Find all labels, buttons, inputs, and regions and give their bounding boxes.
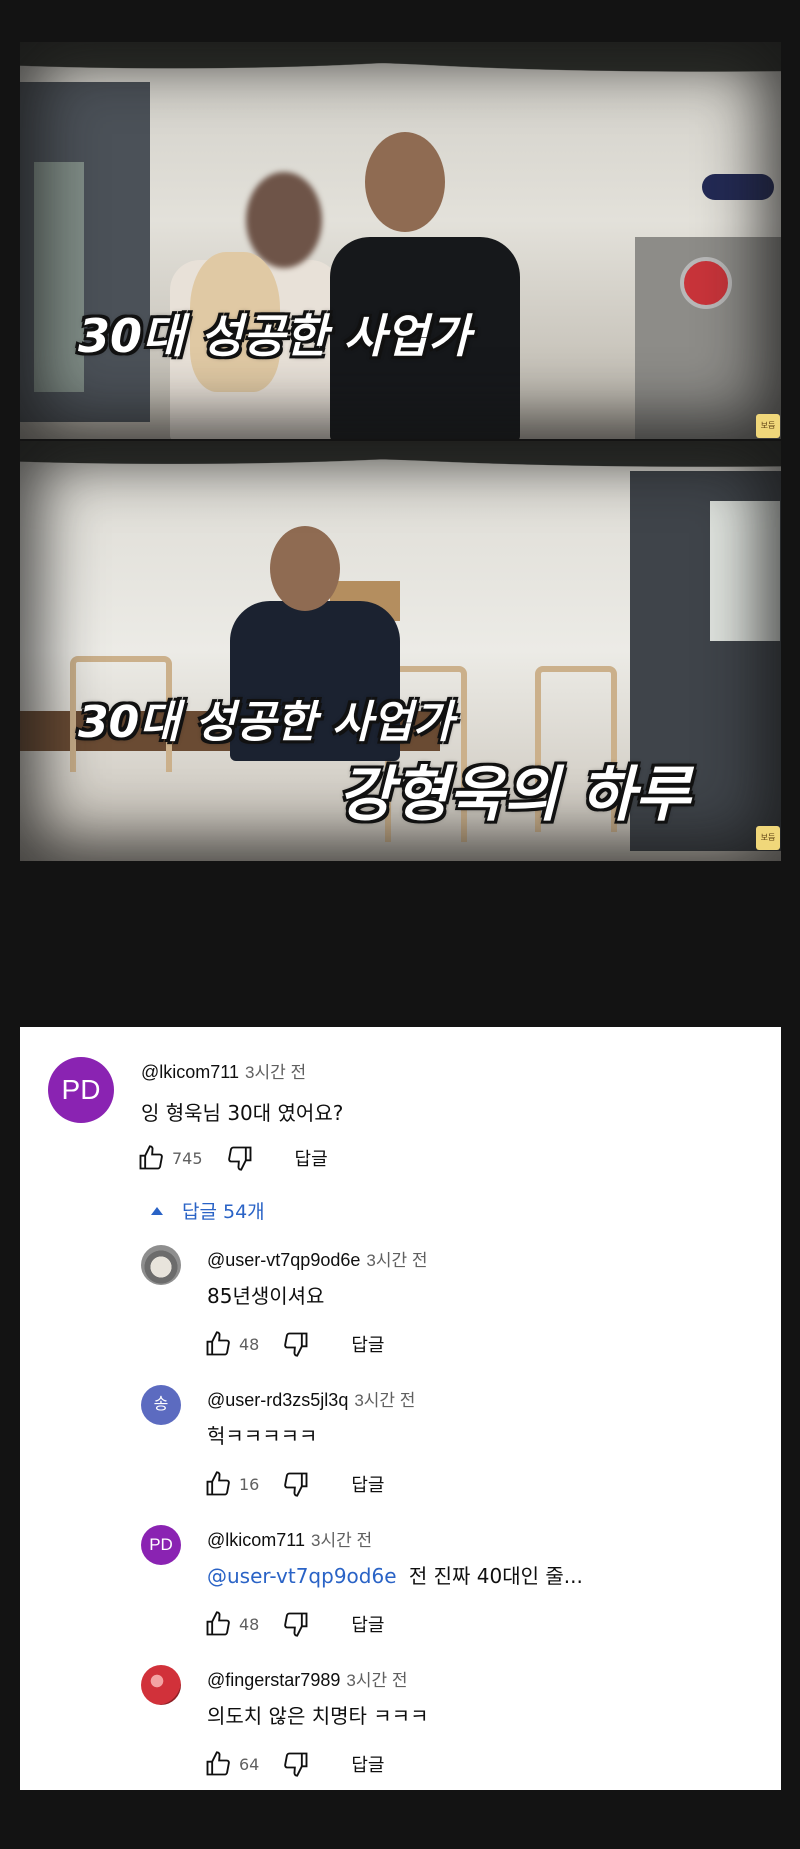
like-count: 64: [239, 1754, 260, 1774]
comment-author[interactable]: @user-vt7qp9od6e: [207, 1250, 360, 1270]
comment-body: 전 진짜 40대인 줄...: [408, 1564, 583, 1588]
comment-actions: 16 답글: [203, 1469, 384, 1499]
reply-button[interactable]: 답글: [351, 1331, 384, 1357]
foliage-overlay: [20, 441, 781, 481]
man-head: [365, 132, 445, 232]
comment-text: 헉ㅋㅋㅋㅋㅋ: [207, 1424, 318, 1448]
thumbs-up-icon: [206, 1751, 230, 1776]
comment-time[interactable]: 3시간 전: [311, 1531, 372, 1550]
thumbs-up-icon: [139, 1145, 163, 1170]
comment-time[interactable]: 3시간 전: [346, 1671, 407, 1690]
comment-author[interactable]: @lkicom711: [141, 1062, 239, 1082]
comment-time[interactable]: 3시간 전: [245, 1063, 306, 1082]
blurred-face: [246, 172, 322, 268]
door-window: [34, 162, 84, 392]
channel-watermark: 보듬: [756, 414, 780, 438]
alarm-icon: [680, 257, 732, 309]
comment-time[interactable]: 3시간 전: [354, 1391, 415, 1410]
reply-button[interactable]: 답글: [295, 1145, 328, 1171]
video-subtitle: 30대 성공한 사업가: [78, 309, 471, 363]
wall-sign: [702, 174, 774, 200]
avatar[interactable]: 송: [141, 1385, 181, 1425]
comment-actions: 64 답글: [203, 1749, 384, 1779]
comment-actions: 745 답글: [136, 1143, 328, 1173]
comment-actions: 48 답글: [203, 1329, 384, 1359]
comment-actions: 48 답글: [203, 1609, 384, 1639]
avatar[interactable]: [141, 1245, 181, 1285]
foliage-overlay: [20, 42, 781, 88]
like-button[interactable]: [203, 1750, 233, 1778]
mention-link[interactable]: @user-vt7qp9od6e: [207, 1564, 397, 1588]
comment-text: @user-vt7qp9od6e 전 진짜 40대인 줄...: [207, 1560, 583, 1589]
avatar[interactable]: PD: [48, 1057, 114, 1123]
like-count: 48: [239, 1334, 260, 1354]
like-count: 745: [172, 1148, 203, 1168]
comment-text: 85년생이셔요: [207, 1284, 325, 1308]
comment-header: @lkicom711 3시간 전: [141, 1058, 306, 1083]
like-count: 16: [239, 1474, 260, 1494]
thumbs-down-icon: [284, 1612, 308, 1637]
comment-header: @user-vt7qp9od6e 3시간 전: [207, 1246, 427, 1271]
video-subtitle-line2: 강형욱의 하루: [338, 760, 691, 830]
thumbs-down-icon: [227, 1146, 251, 1171]
avatar[interactable]: PD: [141, 1525, 181, 1565]
man-head: [270, 526, 340, 611]
dislike-button[interactable]: [281, 1610, 311, 1638]
like-button[interactable]: [203, 1610, 233, 1638]
channel-watermark: 보듬: [756, 826, 780, 850]
comment-author[interactable]: @user-rd3zs5jl3q: [207, 1390, 348, 1410]
video-subtitle-line1: 30대 성공한 사업가: [78, 697, 454, 748]
reply-button[interactable]: 답글: [351, 1471, 384, 1497]
thumbs-up-icon: [206, 1611, 230, 1636]
reply-button[interactable]: 답글: [351, 1611, 384, 1637]
comment-header: @lkicom711 3시간 전: [207, 1526, 372, 1551]
thumbs-down-icon: [284, 1472, 308, 1497]
comment-header: @user-rd3zs5jl3q 3시간 전: [207, 1386, 415, 1411]
door-window: [710, 501, 780, 641]
comment-section: PD @lkicom711 3시간 전 잉 형욱님 30대 였어요? 745 답글…: [20, 1027, 781, 1790]
thumbs-down-icon: [284, 1332, 308, 1357]
thumbs-up-icon: [206, 1471, 230, 1496]
avatar[interactable]: [141, 1665, 181, 1705]
dislike-button[interactable]: [225, 1144, 255, 1172]
reply-button[interactable]: 답글: [351, 1751, 384, 1777]
thumbs-up-icon: [206, 1331, 230, 1356]
video-frame-1: 30대 성공한 사업가 보듬: [20, 42, 781, 439]
comment-header: @fingerstar7989 3시간 전: [207, 1666, 407, 1691]
video-frame-2: 30대 성공한 사업가 강형욱의 하루 보듬: [20, 441, 781, 861]
comment-time[interactable]: 3시간 전: [366, 1251, 427, 1270]
triangle-up-icon: [151, 1206, 163, 1215]
comment-author[interactable]: @fingerstar7989: [207, 1670, 340, 1690]
dislike-button[interactable]: [281, 1750, 311, 1778]
like-count: 48: [239, 1614, 260, 1634]
replies-count-label[interactable]: 답글 54개: [182, 1197, 265, 1224]
comment-text: 잉 형욱님 30대 였어요?: [141, 1101, 344, 1125]
comment-text: 의도치 않은 치명타 ㅋㅋㅋ: [207, 1704, 429, 1728]
dislike-button[interactable]: [281, 1470, 311, 1498]
thumbs-down-icon: [284, 1752, 308, 1777]
like-button[interactable]: [136, 1144, 166, 1172]
comment-author[interactable]: @lkicom711: [207, 1530, 305, 1550]
like-button[interactable]: [203, 1470, 233, 1498]
like-button[interactable]: [203, 1330, 233, 1358]
replies-toggle[interactable]: 답글 54개: [150, 1197, 265, 1224]
dislike-button[interactable]: [281, 1330, 311, 1358]
